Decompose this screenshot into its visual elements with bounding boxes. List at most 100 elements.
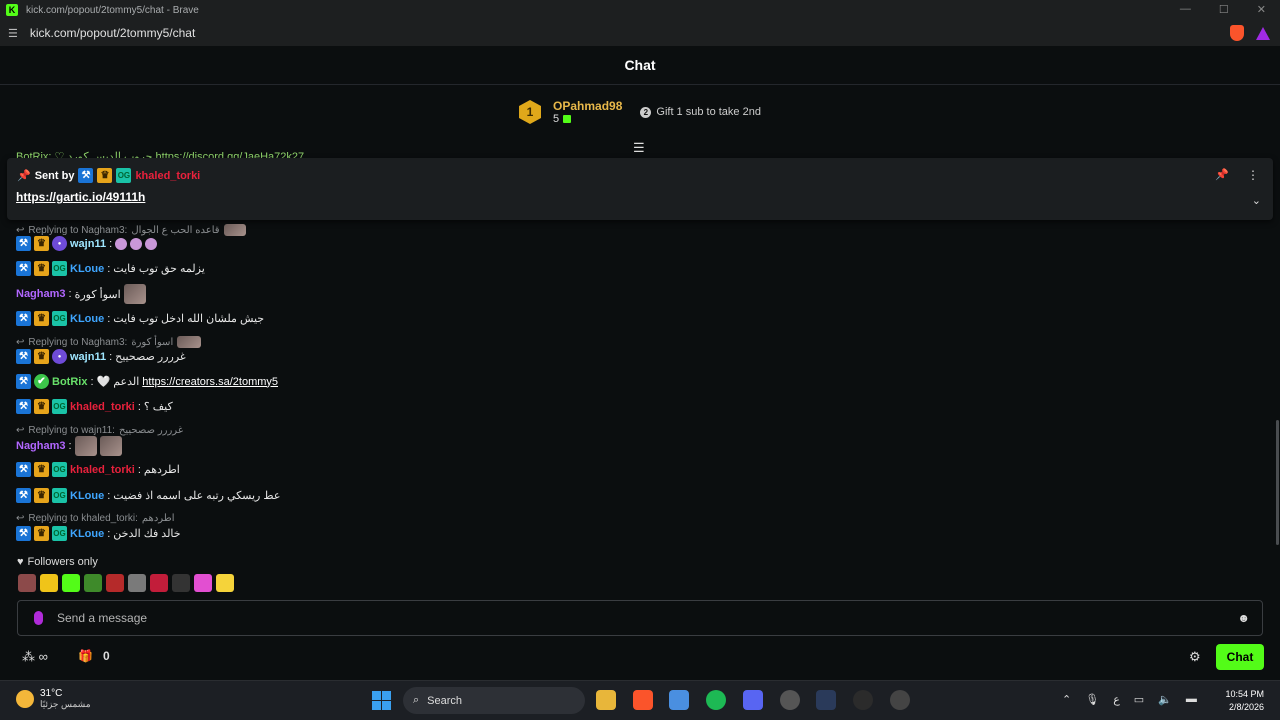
chat-footer: ⁂ ∞ 🎁 0 ⚙ Chat	[0, 640, 1280, 678]
moderator-badge-icon: ⚒	[16, 462, 31, 477]
scrollbar[interactable]	[1276, 420, 1279, 545]
taskbar-search[interactable]: ⌕ Search	[403, 687, 585, 714]
gift-icon[interactable]: 🎁	[78, 649, 93, 663]
steelseries-icon[interactable]	[890, 690, 910, 710]
crown-badge-icon: ♛	[34, 349, 49, 364]
emote-icon[interactable]	[194, 574, 212, 592]
og-badge-icon: OG	[52, 488, 67, 503]
moderator-badge-icon: ⚒	[16, 399, 31, 414]
chat-message: ⚒ ♛ OG KLoue: يزلمه حق توب فايت	[16, 261, 205, 276]
partial-message: BotRix: ♡ جروب الديس كورد https://discor…	[16, 151, 305, 158]
address-bar[interactable]: ☰ kick.com/popout/2tommy5/chat	[0, 20, 1280, 46]
emote-icon	[130, 237, 143, 250]
username[interactable]: khaled_torki	[70, 464, 135, 476]
emote-icon[interactable]	[216, 574, 234, 592]
site-info-icon[interactable]: ☰	[8, 27, 18, 40]
system-tray: ⌃ 🎙 ع ▭ 🔈 ▬	[1062, 693, 1197, 706]
moderator-badge-icon: ⚒	[16, 374, 31, 389]
message-text: عط ريسكي رتبه على اسمه اذ فضيت	[113, 490, 281, 502]
emote-icon	[123, 284, 146, 304]
emote-icon[interactable]	[128, 574, 146, 592]
moderator-badge-icon: ⚒	[16, 349, 31, 364]
chat-send-button[interactable]: Chat	[1216, 644, 1264, 670]
heart-icon: 🤍	[96, 376, 111, 388]
unpin-icon[interactable]: 📌	[1215, 168, 1229, 181]
message-input[interactable]	[57, 611, 1238, 625]
circle-badge-icon: ●	[52, 236, 67, 251]
username[interactable]: BotRix	[52, 376, 87, 388]
emote-icon[interactable]	[62, 574, 80, 592]
pinned-link[interactable]: https://gartic.io/49111h	[16, 190, 145, 204]
message-input-box[interactable]: ☻	[17, 600, 1263, 636]
brave-rewards-icon[interactable]	[1256, 27, 1270, 40]
minimize-icon[interactable]: —	[1180, 3, 1191, 16]
followers-only-notice: ♥ Followers only	[17, 556, 98, 568]
mic-icon[interactable]	[34, 611, 43, 625]
emote-icon[interactable]	[18, 574, 36, 592]
reply-icon: ↩	[16, 224, 25, 236]
username[interactable]: wajn11	[70, 238, 106, 250]
emote-icon[interactable]	[84, 574, 102, 592]
chat-message: ⚒ ♛ OG khaled_torki: اطردهم	[16, 462, 180, 477]
emote-icon[interactable]	[150, 574, 168, 592]
username[interactable]: khaled_torki	[70, 401, 135, 413]
reply-context: ↩ Replying to khaled_torki: اطردهم	[16, 513, 175, 524]
scroll-indicator-icon[interactable]: ☰	[633, 140, 645, 156]
emote-icon[interactable]	[172, 574, 190, 592]
message-link[interactable]: https://creators.sa/2tommy5	[142, 376, 278, 388]
file-explorer-icon[interactable]	[596, 690, 616, 710]
chevron-up-icon[interactable]: ⌃	[1062, 693, 1071, 706]
reply-icon: ↩	[16, 513, 25, 524]
window-title: kick.com/popout/2tommy5/chat - Brave	[26, 4, 199, 16]
volume-icon[interactable]: 🔈	[1158, 693, 1172, 706]
username[interactable]: Nagham3	[16, 288, 66, 300]
username[interactable]: KLoue	[70, 490, 104, 502]
pinned-message: 📌 Sent by ⚒ ♛ OG khaled_torki https://ga…	[7, 158, 1273, 220]
mic-icon[interactable]: 🎙	[1085, 693, 1099, 706]
discord-icon[interactable]	[743, 690, 763, 710]
network-icon[interactable]: ▭	[1134, 693, 1144, 706]
battery-icon[interactable]: ▬	[1186, 693, 1197, 706]
weather-widget[interactable]: 31°C مشمس جزئيًا	[16, 688, 91, 710]
windows-taskbar: 31°C مشمس جزئيًا ⌕ Search ⌃ 🎙 ع ▭ 🔈 ▬ 10…	[0, 680, 1280, 720]
reply-context: ↩ Replying to Nagham3: قاعده الحب ع الجو…	[16, 224, 246, 236]
url-text[interactable]: kick.com/popout/2tommy5/chat	[30, 26, 195, 40]
maximize-icon[interactable]: ☐	[1219, 3, 1229, 16]
emote-icon[interactable]	[40, 574, 58, 592]
brave-icon[interactable]	[633, 690, 653, 710]
emote-icon[interactable]	[106, 574, 124, 592]
app-icon[interactable]	[780, 690, 800, 710]
more-options-icon[interactable]: ⋮	[1247, 168, 1259, 182]
store-icon[interactable]	[669, 690, 689, 710]
username[interactable]: KLoue	[70, 313, 104, 325]
emoji-icon[interactable]: ☻	[1237, 611, 1250, 625]
weather-sun-icon	[16, 690, 34, 708]
spotify-icon[interactable]	[706, 690, 726, 710]
username[interactable]: KLoue	[70, 528, 104, 540]
leader-name[interactable]: OPahmad98	[553, 99, 622, 113]
moderator-badge-icon: ⚒	[16, 236, 31, 251]
gift-note-text: Gift 1 sub to take 2nd	[656, 106, 761, 118]
crown-badge-icon: ♛	[97, 168, 113, 183]
editor-icon[interactable]	[816, 690, 836, 710]
chat-header: Chat	[0, 46, 1280, 85]
pinned-user[interactable]: khaled_torki	[135, 170, 200, 182]
app-icon[interactable]	[853, 690, 873, 710]
emote-icon	[177, 336, 202, 348]
kick-points-icon[interactable]: ⁂ ∞	[22, 649, 48, 665]
og-badge-icon: OG	[52, 526, 67, 541]
message-text: خالد فك الدخن	[113, 528, 181, 540]
windows-start-icon[interactable]	[372, 691, 391, 710]
brave-shield-icon[interactable]	[1230, 25, 1244, 41]
settings-icon[interactable]: ⚙	[1189, 649, 1201, 665]
close-icon[interactable]: ✕	[1257, 3, 1266, 16]
username[interactable]: wajn11	[70, 351, 106, 363]
language-indicator[interactable]: ع	[1113, 693, 1120, 706]
heart-icon: ♥	[17, 556, 24, 568]
chevron-down-icon[interactable]: ⌄	[1252, 194, 1261, 207]
message-text: الدعم	[113, 376, 140, 388]
clock[interactable]: 10:54 PM 2/8/2026	[1218, 688, 1264, 714]
username[interactable]: KLoue	[70, 263, 104, 275]
moderator-badge-icon: ⚒	[78, 168, 94, 183]
username[interactable]: Nagham3	[16, 440, 66, 452]
